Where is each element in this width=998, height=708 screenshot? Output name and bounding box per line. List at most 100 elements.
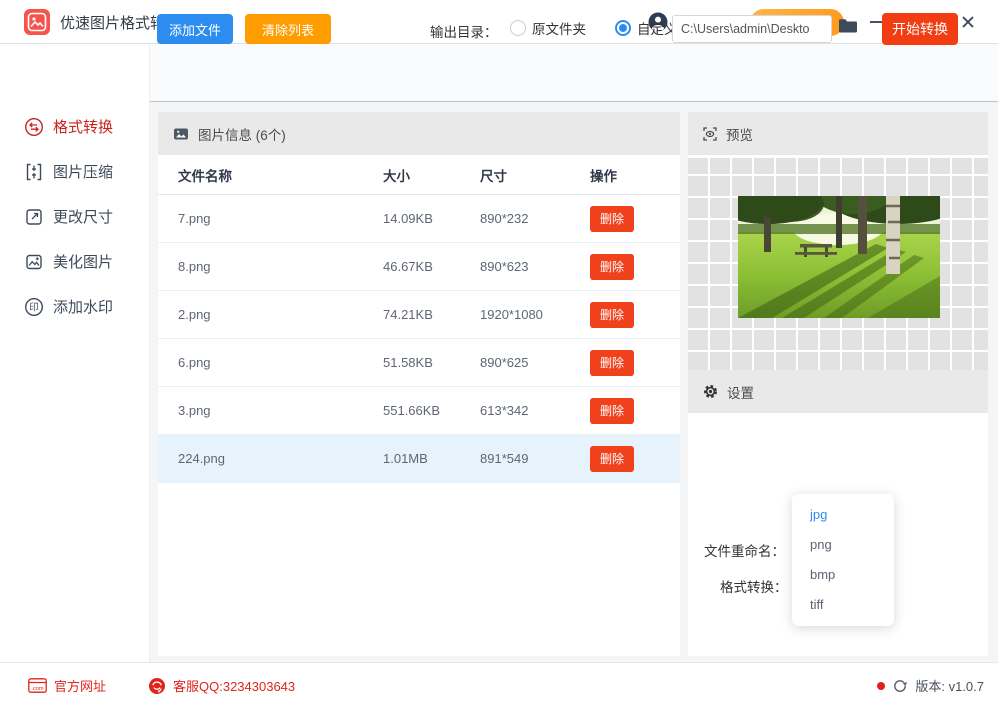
table-row[interactable]: 7.png 14.09KB 890*232 删除: [158, 195, 680, 243]
file-name: 6.png: [178, 355, 211, 370]
file-name: 7.png: [178, 211, 211, 226]
file-name: 3.png: [178, 403, 211, 418]
sidebar-item-label: 美化图片: [53, 254, 114, 271]
service-qq-link[interactable]: 客服QQ:3234303643: [148, 676, 295, 695]
delete-button[interactable]: 删除: [590, 397, 634, 424]
official-website-label: 官方网址: [54, 679, 107, 694]
gear-icon: [703, 384, 718, 399]
beautify-icon: [26, 254, 42, 269]
format-label: 格式转换：: [720, 580, 788, 595]
file-dimensions: 890*625: [480, 355, 529, 370]
radio-custom-circle[interactable]: [615, 20, 631, 36]
preview-settings-panel: 预览 设置 文件重命名： 格式转换： jpg png bmp tiff: [688, 112, 988, 656]
footer-bar: .com 官方网址 客服QQ:3234303643 版本: v1.0.7: [0, 662, 998, 708]
delete-button[interactable]: 删除: [590, 205, 634, 232]
website-icon: .com: [28, 678, 47, 693]
file-dimensions: 1920*1080: [480, 307, 543, 322]
clear-list-button[interactable]: 清除列表: [245, 14, 331, 44]
file-size: 14.09KB: [383, 211, 433, 226]
file-list-header: 图片信息 (6个): [158, 112, 680, 155]
delete-button[interactable]: 删除: [590, 253, 634, 280]
svg-text:印: 印: [29, 301, 39, 313]
dropdown-option-tiff[interactable]: tiff: [792, 590, 894, 620]
file-size: 74.21KB: [383, 307, 433, 322]
convert-icon: [24, 117, 44, 136]
table-row[interactable]: 3.png 551.66KB 613*342 删除: [158, 387, 680, 435]
file-name: 2.png: [178, 307, 211, 322]
minimize-icon: [869, 21, 883, 23]
preview-icon: [703, 126, 717, 141]
settings-title: 设置: [727, 385, 754, 401]
check-update-icon[interactable]: [892, 678, 908, 694]
table-row[interactable]: 2.png 74.21KB 1920*1080 删除: [158, 291, 680, 339]
file-name: 224.png: [178, 451, 225, 466]
preview-header: 预览: [688, 112, 988, 155]
preview-title: 预览: [726, 127, 753, 143]
settings-header: 设置: [688, 370, 988, 413]
sidebar: 格式转换 图片压缩 更改尺寸 美化图片 印 添加水印: [0, 44, 150, 662]
start-convert-button[interactable]: 开始转换: [882, 13, 958, 45]
file-name: 8.png: [178, 259, 211, 274]
add-files-button[interactable]: 添加文件: [157, 14, 233, 44]
sidebar-item-watermark[interactable]: 印 添加水印: [0, 284, 150, 329]
compress-icon: [26, 163, 42, 180]
watermark-icon: 印: [24, 297, 44, 316]
version-label: 版本: v1.0.7: [915, 679, 984, 694]
output-dir-label: 输出目录：: [430, 25, 498, 40]
service-qq-label: 客服QQ:3234303643: [173, 679, 296, 694]
file-dimensions: 613*342: [480, 403, 529, 418]
table-row[interactable]: 6.png 51.58KB 890*625 删除: [158, 339, 680, 387]
table-header-row: 文件名称 大小 尺寸 操作: [158, 155, 680, 195]
file-size: 1.01MB: [383, 451, 428, 466]
col-header-size: 大小: [383, 168, 410, 184]
customer-service-icon: [149, 677, 165, 694]
sidebar-item-label: 图片压缩: [53, 164, 114, 181]
close-button[interactable]: [954, 8, 982, 36]
delete-button[interactable]: 删除: [590, 445, 634, 472]
dropdown-option-png[interactable]: png: [792, 530, 894, 560]
toolbar: [150, 44, 998, 102]
sidebar-item-image-compress[interactable]: 图片压缩: [0, 149, 150, 194]
file-list-title: 图片信息 (6个): [198, 127, 286, 143]
image-info-icon: [174, 128, 188, 139]
sidebar-item-label: 更改尺寸: [53, 209, 114, 226]
file-dimensions: 891*549: [480, 451, 529, 466]
sidebar-item-beautify[interactable]: 美化图片: [0, 239, 150, 284]
sidebar-item-label: 格式转换: [53, 119, 114, 136]
radio-original-label: 原文件夹: [532, 22, 586, 37]
radio-custom-folder[interactable]: 自定义: [615, 18, 678, 38]
delete-button[interactable]: 删除: [590, 301, 634, 328]
table-row[interactable]: 8.png 46.67KB 890*623 删除: [158, 243, 680, 291]
sidebar-item-label: 添加水印: [53, 299, 114, 316]
sidebar-item-format-convert[interactable]: 格式转换: [0, 104, 150, 149]
svg-text:.com: .com: [31, 686, 43, 692]
table-row-selected[interactable]: 224.png 1.01MB 891*549 删除: [158, 435, 680, 483]
sidebar-item-resize[interactable]: 更改尺寸: [0, 194, 150, 239]
col-header-action: 操作: [590, 168, 617, 184]
browse-folder-button[interactable]: [838, 18, 858, 39]
col-header-name: 文件名称: [178, 168, 232, 184]
radio-original-folder[interactable]: 原文件夹: [510, 18, 586, 38]
output-path-input[interactable]: [672, 15, 832, 43]
preview-image: [738, 196, 940, 318]
resize-icon: [26, 208, 42, 225]
col-header-dims: 尺寸: [480, 168, 507, 184]
app-window: 优速图片格式转换器 未登录 开通会员 格式转: [0, 0, 998, 708]
folder-icon: [839, 19, 857, 33]
dropdown-option-bmp[interactable]: bmp: [792, 560, 894, 590]
file-dimensions: 890*623: [480, 259, 529, 274]
file-list-panel: 图片信息 (6个) 文件名称 大小 尺寸 操作 7.png 14.09KB 89…: [158, 112, 680, 656]
app-logo-icon: [24, 9, 50, 35]
delete-button[interactable]: 删除: [590, 349, 634, 376]
file-size: 46.67KB: [383, 259, 433, 274]
file-dimensions: 890*232: [480, 211, 529, 226]
rename-label: 文件重命名：: [704, 544, 785, 559]
close-icon: [962, 16, 974, 28]
file-size: 51.58KB: [383, 355, 433, 370]
format-dropdown: jpg png bmp tiff: [792, 494, 894, 626]
official-website-link[interactable]: .com 官方网址: [28, 676, 106, 695]
radio-original-circle[interactable]: [510, 20, 526, 36]
update-status-dot: [877, 681, 886, 690]
file-size: 551.66KB: [383, 403, 441, 418]
dropdown-option-jpg[interactable]: jpg: [792, 500, 894, 530]
